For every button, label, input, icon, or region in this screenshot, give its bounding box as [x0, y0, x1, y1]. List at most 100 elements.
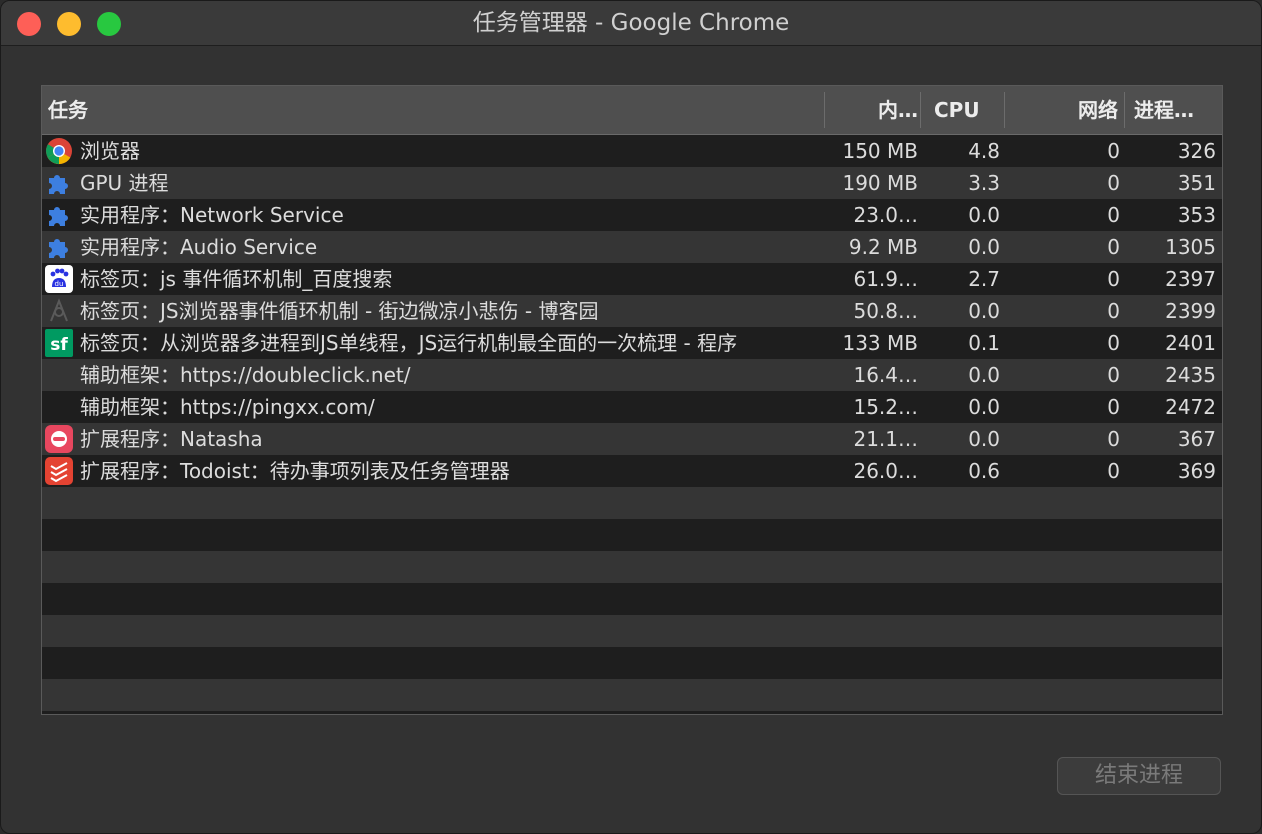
puzzle-icon: [45, 201, 73, 229]
header-divider[interactable]: [1124, 92, 1125, 128]
header-cpu[interactable]: CPU: [934, 86, 1006, 134]
header-divider[interactable]: [1004, 92, 1005, 128]
pid-value: 2399: [1165, 299, 1216, 323]
window-title: 任务管理器 - Google Chrome: [472, 10, 790, 36]
task-name: 标签页：从浏览器多进程到JS单线程，JS运行机制最全面的一次梳理 - 程序: [80, 331, 738, 355]
network-value: 0: [1107, 427, 1120, 451]
network-value: 0: [1107, 299, 1120, 323]
blank-icon: [45, 393, 73, 421]
memory-value: 61.9…: [853, 267, 918, 291]
segmentfault-icon: sf: [45, 329, 73, 357]
natasha-icon: [45, 425, 73, 453]
pid-value: 351: [1177, 171, 1216, 195]
header-divider[interactable]: [920, 92, 921, 128]
table-row[interactable]: 实用程序：Network Service 23.0… 0.0 0 353: [42, 199, 1222, 231]
pid-value: 2397: [1165, 267, 1216, 291]
empty-row: [42, 583, 1222, 615]
task-name: 扩展程序：Natasha: [80, 427, 263, 451]
task-name: 浏览器: [80, 139, 140, 163]
task-manager-window: 任务管理器 - Google Chrome 任务 内… CPU 网络 进程… 浏…: [0, 0, 1262, 834]
pid-value: 1305: [1165, 235, 1216, 259]
table-row[interactable]: 标签页：JS浏览器事件循环机制 - 街边微凉小悲伤 - 博客园 50.8… 0.0 0…: [42, 295, 1222, 327]
baidu-icon: du: [45, 265, 73, 293]
memory-value: 133 MB: [842, 331, 918, 355]
memory-value: 150 MB: [842, 139, 918, 163]
title-bar: 任务管理器 - Google Chrome: [1, 1, 1261, 46]
memory-value: 9.2 MB: [848, 235, 918, 259]
network-value: 0: [1107, 459, 1120, 483]
memory-value: 21.1…: [853, 427, 918, 451]
puzzle-icon: [45, 169, 73, 197]
cpu-value: 4.8: [968, 139, 1000, 163]
table-row[interactable]: 浏览器 150 MB 4.8 0 326: [42, 135, 1222, 167]
end-process-button[interactable]: 结束进程: [1057, 757, 1221, 795]
pid-value: 2435: [1165, 363, 1216, 387]
task-name: 扩展程序：Todoist：待办事项列表及任务管理器: [80, 459, 510, 483]
cnblogs-icon: [45, 297, 73, 325]
table-row[interactable]: du 标签页：js 事件循环机制_百度搜索 61.9… 2.7 0 2397: [42, 263, 1222, 295]
memory-value: 23.0…: [853, 203, 918, 227]
header-task[interactable]: 任务: [48, 86, 818, 134]
network-value: 0: [1107, 267, 1120, 291]
pid-value: 326: [1177, 139, 1216, 163]
cpu-value: 0.0: [968, 235, 1000, 259]
table-row[interactable]: 扩展程序：Natasha 21.1… 0.0 0 367: [42, 423, 1222, 455]
cpu-value: 0.0: [968, 203, 1000, 227]
network-value: 0: [1107, 171, 1120, 195]
chrome-icon: [45, 137, 73, 165]
cpu-value: 3.3: [968, 171, 1000, 195]
table-header: 任务 内… CPU 网络 进程…: [42, 86, 1222, 135]
empty-row: [42, 647, 1222, 679]
empty-row: [42, 519, 1222, 551]
table-row[interactable]: sf 标签页：从浏览器多进程到JS单线程，JS运行机制最全面的一次梳理 - 程序 1…: [42, 327, 1222, 359]
table-row[interactable]: 实用程序：Audio Service 9.2 MB 0.0 0 1305: [42, 231, 1222, 263]
header-pid[interactable]: 进程…: [1132, 86, 1222, 134]
header-memory[interactable]: 内…: [826, 86, 922, 134]
task-name: GPU 进程: [80, 171, 169, 195]
memory-value: 15.2…: [853, 395, 918, 419]
cpu-value: 0.6: [968, 459, 1000, 483]
table-body: 浏览器 150 MB 4.8 0 326 GPU 进程 190 MB 3.3 0 351 实用程序：…: [42, 135, 1222, 711]
empty-row: [42, 679, 1222, 711]
memory-value: 50.8…: [853, 299, 918, 323]
table-row[interactable]: GPU 进程 190 MB 3.3 0 351: [42, 167, 1222, 199]
puzzle-icon: [45, 233, 73, 261]
header-network[interactable]: 网络: [1008, 86, 1124, 134]
pid-value: 369: [1177, 459, 1216, 483]
pid-value: 367: [1177, 427, 1216, 451]
cpu-value: 0.0: [968, 299, 1000, 323]
pid-value: 2472: [1165, 395, 1216, 419]
header-divider[interactable]: [824, 92, 825, 128]
blank-icon: [45, 361, 73, 389]
cpu-value: 0.0: [968, 363, 1000, 387]
network-value: 0: [1107, 235, 1120, 259]
task-name: 标签页：JS浏览器事件循环机制 - 街边微凉小悲伤 - 博客园: [80, 299, 599, 323]
pid-value: 353: [1177, 203, 1216, 227]
cpu-value: 0.0: [968, 427, 1000, 451]
empty-row: [42, 487, 1222, 519]
svg-text:sf: sf: [50, 335, 68, 355]
table-row[interactable]: 辅助框架：https://pingxx.com/15.2… 0.0 0 2472: [42, 391, 1222, 423]
table-row[interactable]: 扩展程序：Todoist：待办事项列表及任务管理器 26.0… 0.6 0 369: [42, 455, 1222, 487]
task-table: 任务 内… CPU 网络 进程… 浏览器 150 MB 4.8 0 326 GPU 进程 1…: [41, 85, 1223, 715]
task-name: 辅助框架：https://pingxx.com/: [80, 395, 375, 419]
cpu-value: 0.0: [968, 395, 1000, 419]
network-value: 0: [1107, 363, 1120, 387]
task-name: 辅助框架：https://doubleclick.net/: [80, 363, 411, 387]
cpu-value: 2.7: [968, 267, 1000, 291]
cpu-value: 0.1: [968, 331, 1000, 355]
memory-value: 26.0…: [853, 459, 918, 483]
memory-value: 16.4…: [853, 363, 918, 387]
svg-text:du: du: [55, 280, 64, 288]
empty-row: [42, 615, 1222, 647]
todoist-icon: [45, 457, 73, 485]
task-name: 实用程序：Network Service: [80, 203, 344, 227]
pid-value: 2401: [1165, 331, 1216, 355]
empty-row: [42, 551, 1222, 583]
network-value: 0: [1107, 203, 1120, 227]
table-row[interactable]: 辅助框架：https://doubleclick.net/16.4… 0.0 0 24…: [42, 359, 1222, 391]
task-name: 标签页：js 事件循环机制_百度搜索: [80, 267, 393, 291]
network-value: 0: [1107, 139, 1120, 163]
network-value: 0: [1107, 395, 1120, 419]
network-value: 0: [1107, 331, 1120, 355]
